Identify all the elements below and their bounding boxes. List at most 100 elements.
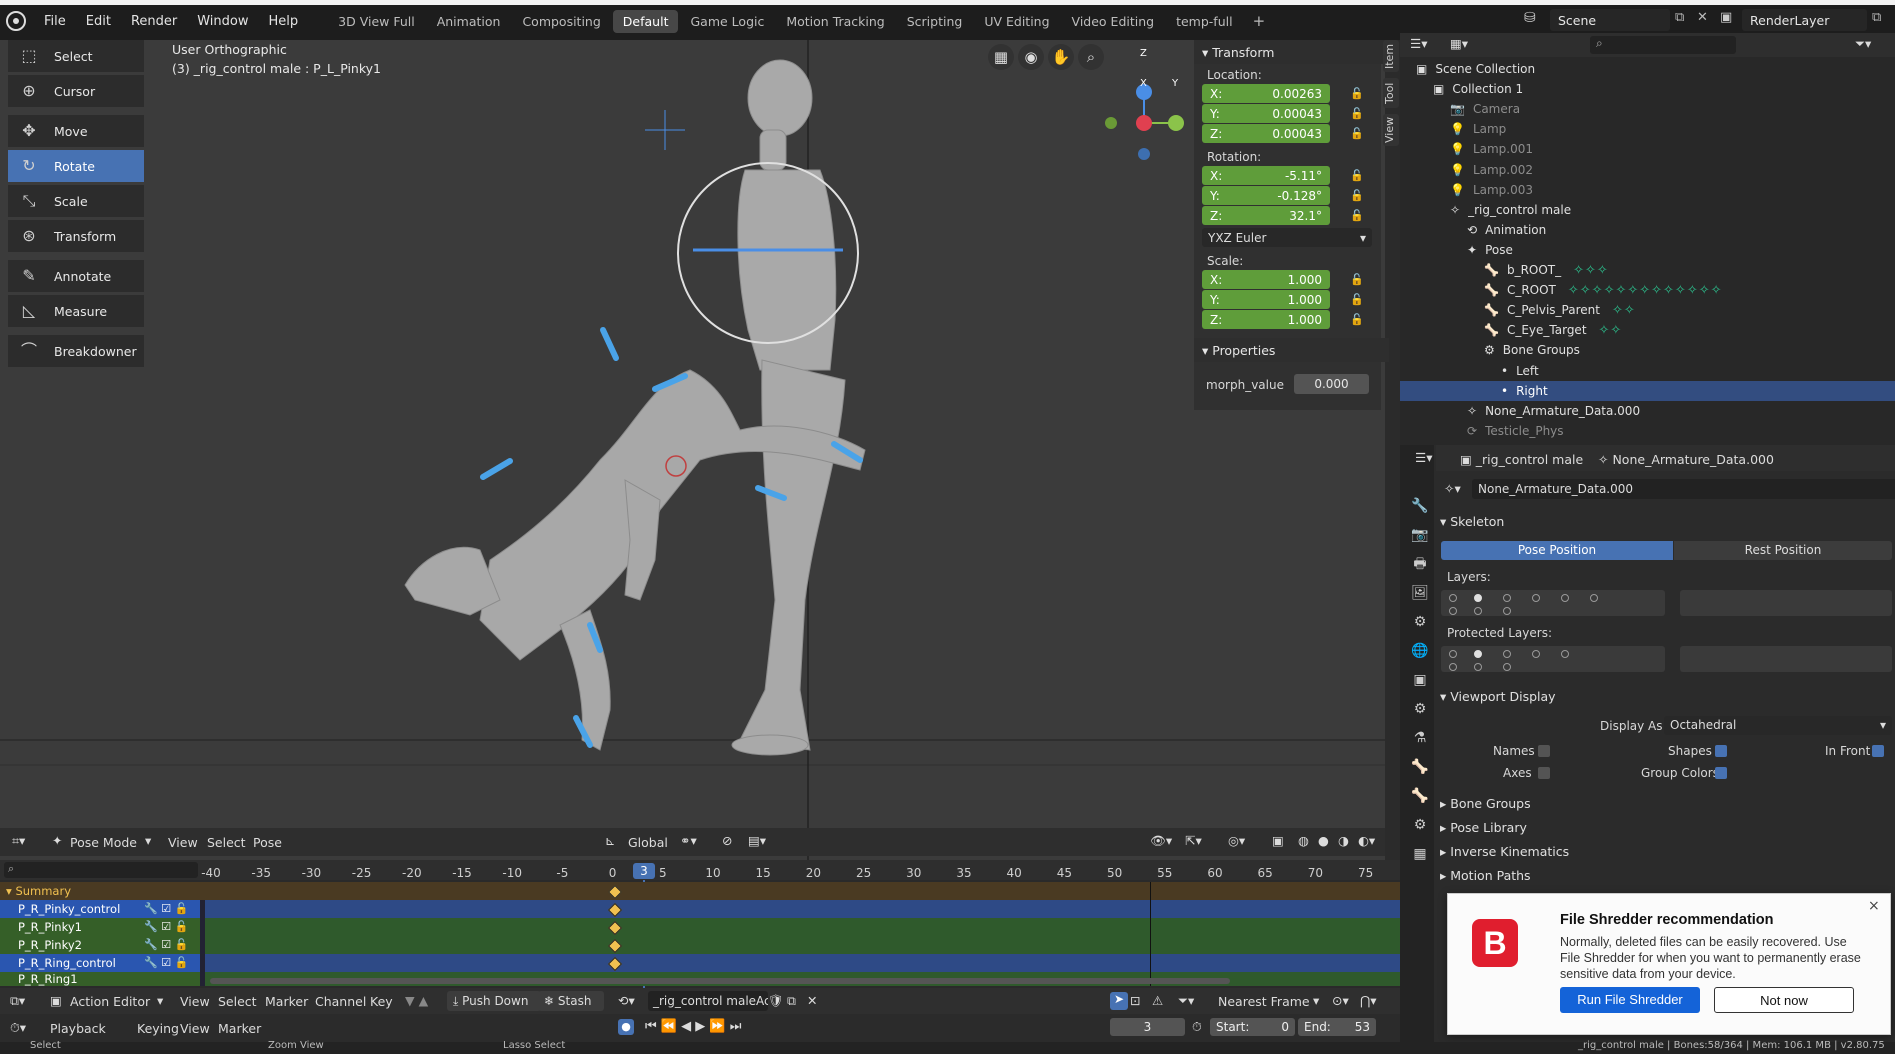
stash-button[interactable]: ❄ Stash bbox=[538, 991, 604, 1011]
pivot-icon[interactable]: ⚭▾ bbox=[680, 833, 697, 848]
lock-icon[interactable]: 🔓 bbox=[1350, 189, 1364, 202]
mode-select-icon[interactable]: ✦ bbox=[52, 833, 62, 848]
end-frame-field[interactable]: End: 53 bbox=[1298, 1018, 1376, 1036]
shading-material-icon[interactable]: ◑ bbox=[1338, 833, 1349, 848]
new-layer-icon[interactable]: ⧉ bbox=[1872, 10, 1881, 25]
tool-scale[interactable]: ⤡ Scale bbox=[8, 185, 144, 217]
menu-key[interactable]: Key bbox=[370, 994, 393, 1009]
viewport-scene[interactable] bbox=[0, 40, 1385, 860]
preview-range-icon[interactable]: ⏱ bbox=[1192, 1019, 1202, 1035]
visibility-icon[interactable]: 👁▾ bbox=[1150, 833, 1172, 849]
layer-dot[interactable] bbox=[1503, 607, 1511, 615]
move-down-icon[interactable]: ▼ ▲ bbox=[405, 993, 428, 1008]
location-y-field[interactable]: Y: 0.00043 bbox=[1202, 104, 1330, 123]
layer-dot[interactable] bbox=[1532, 650, 1540, 658]
tool-transform[interactable]: ⊛ Transform bbox=[8, 220, 144, 252]
curve-icon[interactable]: ⋂▾ bbox=[1360, 993, 1377, 1008]
properties-editor-icon[interactable]: ☰▾ bbox=[1415, 450, 1432, 465]
add-workspace-icon[interactable]: + bbox=[1245, 12, 1274, 30]
menu-select[interactable]: Select bbox=[207, 835, 246, 850]
menu-channel[interactable]: Channel bbox=[315, 994, 366, 1009]
tool-cursor[interactable]: ⊕ Cursor bbox=[8, 75, 144, 107]
new-scene-icon[interactable]: ⧉ bbox=[1675, 10, 1684, 25]
current-frame-indicator[interactable]: 3 bbox=[633, 863, 655, 879]
orientation-dropdown[interactable]: Global bbox=[628, 835, 668, 850]
shading-solid-icon[interactable]: ● bbox=[1318, 833, 1329, 848]
scale-y-field[interactable]: Y: 1.000 bbox=[1202, 290, 1330, 309]
in-front-checkbox[interactable] bbox=[1872, 745, 1884, 757]
outliner-item[interactable]: 🦴 b_ROOT_ ✧✧✧ bbox=[1400, 260, 1895, 280]
horizontal-scrollbar[interactable] bbox=[210, 978, 1230, 984]
layer-dot[interactable] bbox=[1449, 663, 1457, 671]
playback-controls-icon[interactable]: ⏮ ⏪ ◀ ▶ ⏩ ⏭ bbox=[645, 1019, 741, 1034]
tool-select[interactable]: ⬚ Select bbox=[8, 40, 144, 72]
tab-motion-tracking[interactable]: Motion Tracking bbox=[776, 10, 894, 33]
transform-header[interactable]: ▾ Transform bbox=[1194, 40, 1389, 64]
viewport-display-section[interactable]: ▾ Viewport Display bbox=[1440, 689, 1556, 704]
side-tab-item[interactable]: Item bbox=[1383, 40, 1399, 72]
action-editor-icon[interactable]: ▣ bbox=[50, 993, 62, 1008]
group-colors-checkbox[interactable] bbox=[1715, 767, 1727, 779]
morph-value-field[interactable]: 0.000 bbox=[1294, 374, 1369, 394]
render-layer-field[interactable]: RenderLayer bbox=[1742, 9, 1867, 31]
layer-dot[interactable] bbox=[1474, 607, 1482, 615]
lock-icon[interactable]: 🔓 bbox=[1350, 313, 1364, 326]
proportional-icon[interactable]: ⊙▾ bbox=[1332, 993, 1349, 1008]
motion-paths-section[interactable]: ▸ Motion Paths bbox=[1440, 868, 1531, 883]
outliner-item[interactable]: ▣ Scene Collection bbox=[1400, 59, 1895, 79]
blender-logo-icon[interactable] bbox=[6, 11, 26, 31]
hidden-icon[interactable]: ⊡ bbox=[1130, 993, 1140, 1008]
only-selected-icon[interactable]: ➤ bbox=[1110, 992, 1128, 1010]
outliner-item[interactable]: 🦴 C_Pelvis_Parent ✧✧ bbox=[1400, 300, 1895, 320]
timeline-icon[interactable]: ⏱▾ bbox=[10, 1020, 26, 1036]
search-icon[interactable]: ⌕ bbox=[4, 862, 198, 878]
layer-dot[interactable] bbox=[1561, 594, 1569, 602]
inverse-kinematics-section[interactable]: ▸ Inverse Kinematics bbox=[1440, 844, 1569, 859]
rotation-y-field[interactable]: Y: -0.128° bbox=[1202, 186, 1330, 205]
snap-icon[interactable]: ⊘ bbox=[722, 833, 732, 848]
channel-toggle-icons[interactable]: 🔧 ☑ 🔓 🔧 ☑ 🔓 🔧 ☑ 🔓 🔧 ☑ 🔓 bbox=[144, 900, 188, 972]
playback-menu[interactable]: Playback bbox=[50, 1021, 106, 1036]
tool-annotate[interactable]: ✎ Annotate bbox=[8, 260, 144, 292]
tab-uv-editing[interactable]: UV Editing bbox=[974, 10, 1059, 33]
shading-wire-icon[interactable]: ◍ bbox=[1298, 833, 1309, 848]
outliner-item[interactable]: 🦴 C_Eye_Target ✧✧ bbox=[1400, 320, 1895, 340]
zoom-icon[interactable]: ⌕ bbox=[1078, 44, 1104, 70]
menu-pose[interactable]: Pose bbox=[253, 835, 282, 850]
table-row[interactable] bbox=[0, 900, 1400, 918]
close-icon[interactable]: × bbox=[1868, 898, 1880, 914]
outliner-item[interactable]: ⟲ Animation bbox=[1400, 220, 1895, 240]
menu-view[interactable]: View bbox=[168, 835, 198, 850]
channel-name[interactable]: P_R_Ring1 bbox=[0, 972, 200, 986]
snap-chevron-icon[interactable]: ▾ bbox=[1313, 993, 1319, 1008]
lock-icon[interactable]: 🔓 bbox=[1350, 87, 1364, 100]
rest-position-button[interactable]: Rest Position bbox=[1674, 541, 1892, 560]
menu-file[interactable]: File bbox=[34, 14, 76, 29]
layer-dot[interactable] bbox=[1503, 663, 1511, 671]
layer-dot[interactable] bbox=[1503, 594, 1511, 602]
menu-help[interactable]: Help bbox=[259, 14, 309, 29]
tool-measure[interactable]: ◺ Measure bbox=[8, 295, 144, 327]
current-frame-field[interactable]: 3 bbox=[1110, 1018, 1185, 1036]
push-down-button[interactable]: ⤓ Push Down bbox=[447, 991, 541, 1011]
gizmo-toggle-icon[interactable]: ⇱▾ bbox=[1185, 833, 1202, 848]
gizmo-z-label[interactable]: Z bbox=[1140, 48, 1147, 59]
menu-select[interactable]: Select bbox=[218, 994, 257, 1009]
outliner-item[interactable]: ▣ Collection 1 bbox=[1400, 79, 1895, 99]
lock-icon[interactable]: 🔓 bbox=[1350, 293, 1364, 306]
outliner-editor-icon[interactable]: ☰▾ bbox=[1410, 36, 1427, 51]
layer-dot[interactable] bbox=[1590, 594, 1598, 602]
armature-data-field[interactable]: None_Armature_Data.000 bbox=[1472, 479, 1895, 499]
proportional-icon[interactable]: ▤▾ bbox=[748, 833, 766, 848]
layer-dot[interactable] bbox=[1449, 650, 1457, 658]
names-checkbox[interactable] bbox=[1538, 745, 1550, 757]
editor-type-icon[interactable]: ⧉▾ bbox=[10, 993, 25, 1009]
tab-game-logic[interactable]: Game Logic bbox=[680, 10, 774, 33]
lock-icon[interactable]: 🔓 bbox=[1350, 169, 1364, 182]
properties-header[interactable]: ▾ Properties bbox=[1194, 338, 1389, 362]
layer-dot[interactable] bbox=[1532, 594, 1540, 602]
keying-menu[interactable]: Keying bbox=[137, 1021, 179, 1036]
lock-icon[interactable]: 🔓 bbox=[1350, 273, 1364, 286]
properties-tab-icons[interactable]: 🔧 📷 🖶 🖼 ⚙ 🌐 ▣ ⚙ ⚗ 🦴 🦴 ⚙ ▦ bbox=[1410, 492, 1430, 869]
display-mode-icon[interactable]: ▦▾ bbox=[1450, 36, 1468, 51]
